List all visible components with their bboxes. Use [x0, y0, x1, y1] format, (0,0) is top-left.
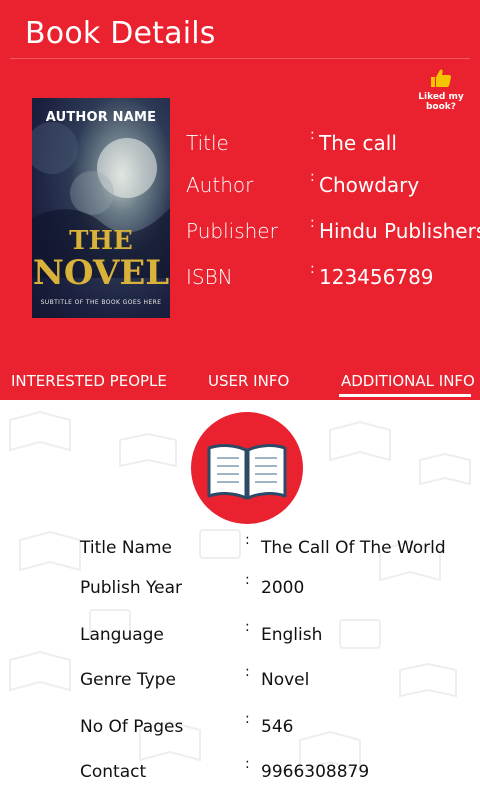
detail-label: Publisher — [186, 219, 278, 243]
info-value: The Call Of The World — [261, 538, 446, 558]
detail-label: Title — [186, 131, 229, 155]
tab-interested-people[interactable]: INTERESTED PEOPLE — [11, 372, 167, 390]
info-colon: : — [245, 619, 250, 635]
book-icon-badge — [191, 412, 303, 524]
info-label: No Of Pages — [80, 717, 184, 737]
info-label: Language — [80, 625, 164, 645]
info-colon: : — [245, 532, 250, 548]
info-value[interactable]: 9966308879 — [261, 762, 369, 782]
page-title: Book Details — [25, 16, 216, 51]
info-label: Title Name — [80, 538, 172, 558]
info-label: Contact — [80, 762, 147, 782]
detail-value: Chowdary — [319, 173, 420, 197]
book-header: Book Details Liked my book? AUTHOR NAME … — [0, 0, 480, 400]
liked-label: Liked my book? — [418, 92, 464, 112]
info-colon: : — [245, 664, 250, 680]
detail-colon: : — [310, 127, 315, 143]
info-label: Genre Type — [80, 670, 176, 690]
info-value: 2000 — [261, 578, 305, 598]
detail-label: ISBN — [186, 265, 233, 289]
detail-value: The call — [319, 131, 397, 155]
info-label: Publish Year — [80, 578, 182, 598]
cover-title-line2: NOVEL — [32, 253, 170, 293]
header-divider — [10, 58, 470, 59]
info-value: Novel — [261, 670, 310, 690]
cover-title-line1: THE — [69, 226, 133, 256]
info-colon: : — [245, 756, 250, 772]
detail-colon: : — [310, 261, 315, 277]
thumbs-up-icon — [431, 69, 452, 87]
cover-subtitle: SUBTITLE OF THE BOOK GOES HERE — [40, 299, 162, 306]
tab-additional-info[interactable]: ADDITIONAL INFO — [341, 372, 475, 390]
open-book-icon — [207, 444, 287, 500]
info-colon: : — [245, 711, 250, 727]
info-value: 546 — [261, 717, 294, 737]
info-value: English — [261, 625, 323, 645]
detail-colon: : — [310, 215, 315, 231]
detail-value: 123456789 — [319, 265, 434, 289]
detail-value: Hindu Publishers — [319, 219, 480, 243]
info-colon: : — [245, 572, 250, 588]
active-tab-indicator — [339, 394, 471, 397]
cover-author: AUTHOR NAME — [45, 110, 157, 125]
tab-user-info[interactable]: USER INFO — [208, 372, 289, 390]
detail-colon: : — [310, 169, 315, 185]
book-cover: AUTHOR NAME THE NOVEL SUBTITLE OF THE BO… — [32, 98, 170, 318]
like-button[interactable]: Liked my book? — [406, 68, 476, 112]
detail-label: Author — [186, 173, 254, 197]
